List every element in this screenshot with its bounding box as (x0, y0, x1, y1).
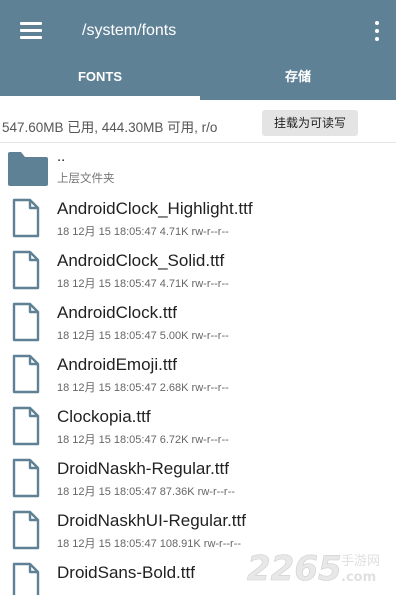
file-icon (12, 562, 40, 595)
watermark-number: 2265 (247, 549, 342, 588)
file-meta: 18 12月 15 18:05:47 4.71K rw-r--r-- (57, 226, 229, 238)
watermark-site: 手游网 (341, 554, 380, 569)
file-icon (12, 302, 40, 342)
file-row[interactable]: AndroidEmoji.ttf 18 12月 15 18:05:47 2.68K… (0, 351, 396, 403)
mount-read-write-button[interactable]: 挂载为可读写 (262, 110, 358, 136)
file-name: DroidNaskh-Regular.ttf (57, 459, 229, 478)
file-name: AndroidEmoji.ttf (57, 355, 177, 374)
site-watermark-logo: 2265 手游网 .com (247, 549, 380, 588)
file-name: DroidSans-Bold.ttf (57, 563, 195, 582)
file-meta: 18 12月 15 18:05:47 6.72K rw-r--r-- (57, 434, 229, 446)
folder-icon (8, 152, 48, 186)
file-icon (12, 250, 40, 290)
file-list: AndroidClock_Highlight.ttf 18 12月 15 18:0… (0, 195, 396, 595)
file-row[interactable]: Clockopia.ttf 18 12月 15 18:05:47 6.72K rw… (0, 403, 396, 455)
file-row[interactable]: AndroidClock.ttf 18 12月 15 18:05:47 5.00K… (0, 299, 396, 351)
file-icon (12, 510, 40, 550)
divider (0, 142, 396, 143)
file-name: Clockopia.ttf (57, 407, 151, 426)
file-icon (12, 354, 40, 394)
file-icon (12, 458, 40, 498)
file-icon (12, 198, 40, 238)
tab-storage[interactable]: 存储 (200, 60, 396, 100)
path-title: /system/fonts (82, 22, 177, 39)
tab-fonts[interactable]: FONTS (0, 60, 200, 100)
more-vert-icon-dot (375, 37, 379, 41)
file-meta: 18 12月 15 18:05:47 4.71K rw-r--r-- (57, 278, 229, 290)
watermark-domain: .com (341, 570, 376, 585)
file-row[interactable]: DroidNaskh-Regular.ttf 18 12月 15 18:05:47… (0, 455, 396, 507)
menu-icon (20, 22, 42, 25)
file-meta: 18 12月 15 18:05:47 108.91K rw-r--r-- (57, 538, 242, 550)
file-row[interactable]: AndroidClock_Solid.ttf 18 12月 15 18:05:47… (0, 247, 396, 299)
file-meta: 18 12月 15 18:05:47 2.68K rw-r--r-- (57, 382, 229, 394)
file-name: DroidNaskhUI-Regular.ttf (57, 511, 246, 530)
parent-folder-subtitle: 上层文件夹 (57, 173, 115, 185)
file-meta: 18 12月 15 18:05:47 87.36K rw-r--r-- (57, 486, 235, 498)
storage-usage-text: 547.60MB 已用, 444.30MB 可用, r/o (2, 120, 218, 135)
parent-folder-row[interactable]: .. 上层文件夹 (0, 144, 396, 190)
menu-icon-bar (20, 29, 42, 32)
more-options-button[interactable] (370, 20, 384, 42)
file-name: AndroidClock.ttf (57, 303, 177, 322)
more-vert-icon-dot (375, 29, 379, 33)
file-icon (12, 406, 40, 446)
menu-icon-bar (20, 36, 42, 39)
file-meta: 18 12月 15 18:05:47 5.00K rw-r--r-- (57, 330, 229, 342)
menu-button[interactable] (20, 20, 44, 40)
more-vert-icon (375, 21, 379, 25)
file-name: AndroidClock_Solid.ttf (57, 251, 225, 270)
file-row[interactable]: AndroidClock_Highlight.ttf 18 12月 15 18:0… (0, 195, 396, 247)
file-name: AndroidClock_Highlight.ttf (57, 199, 253, 218)
parent-folder-name: .. (57, 148, 66, 165)
